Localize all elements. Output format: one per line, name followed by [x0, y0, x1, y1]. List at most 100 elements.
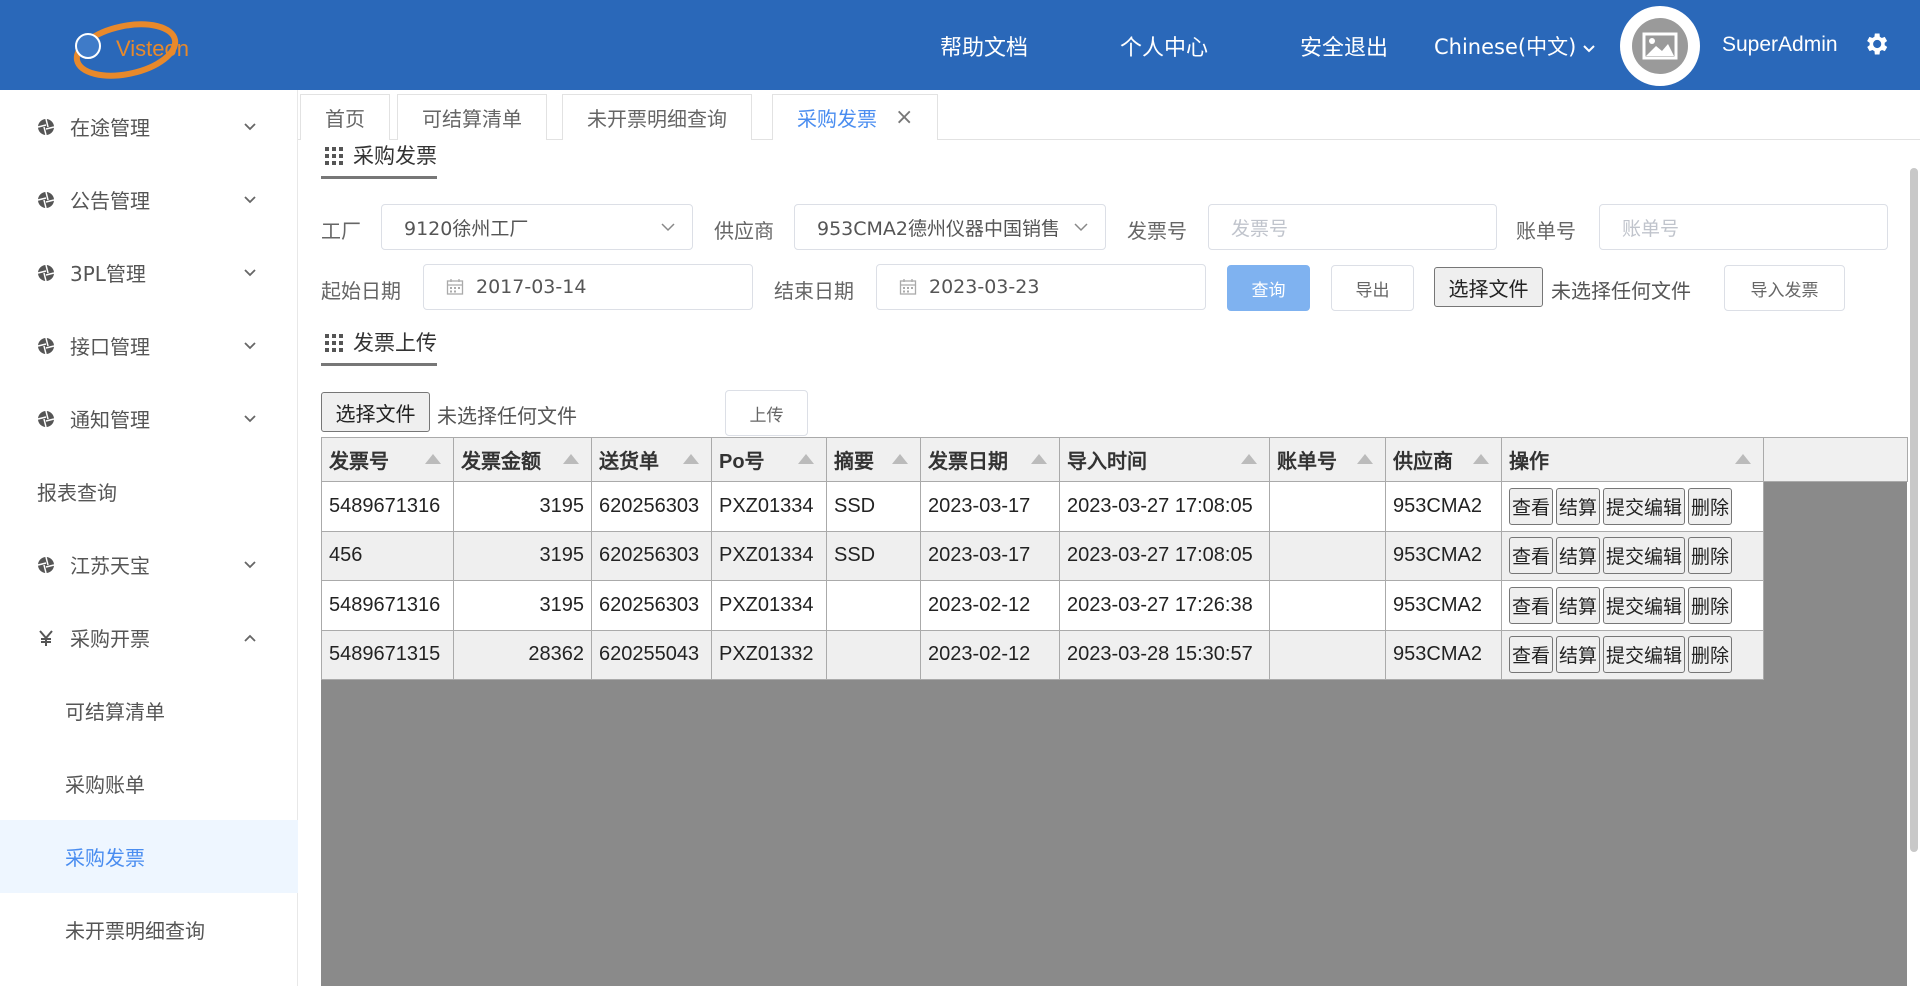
cell-delivery: 620256303: [591, 481, 712, 532]
delete-button[interactable]: 删除: [1688, 586, 1733, 624]
column-header-invoice-date[interactable]: 发票日期: [920, 437, 1060, 482]
chevron-down-icon: [244, 268, 256, 276]
sidebar-item-announcements[interactable]: 公告管理: [0, 163, 298, 236]
query-button[interactable]: 查询: [1227, 265, 1310, 311]
tab-uninvoiced-query[interactable]: 未开票明细查询: [562, 94, 752, 140]
upload-choose-file-button[interactable]: 选择文件: [321, 392, 430, 432]
column-header-summary[interactable]: 摘要: [826, 437, 921, 482]
view-button[interactable]: 查看: [1509, 636, 1554, 674]
factory-select[interactable]: 9120徐州工厂: [381, 204, 693, 250]
username[interactable]: SuperAdmin: [1722, 33, 1838, 57]
column-header-bill-no[interactable]: 账单号: [1269, 437, 1386, 482]
settle-button[interactable]: 结算: [1556, 586, 1601, 624]
sidebar-item-in-transit[interactable]: 在途管理: [0, 90, 298, 163]
column-header-import-time[interactable]: 导入时间: [1059, 437, 1270, 482]
column-header-actions[interactable]: 操作: [1501, 437, 1764, 482]
column-header-delivery[interactable]: 送货单: [591, 437, 712, 482]
view-button[interactable]: 查看: [1509, 537, 1554, 575]
sidebar-item-reports[interactable]: 报表查询: [0, 455, 298, 528]
sort-icon[interactable]: [683, 454, 699, 464]
chevron-down-icon: [244, 195, 256, 203]
settle-button[interactable]: 结算: [1556, 487, 1601, 525]
sort-icon[interactable]: [1031, 454, 1047, 464]
sort-icon[interactable]: [563, 454, 579, 464]
sidebar-item-notifications[interactable]: 通知管理: [0, 382, 298, 455]
language-selector[interactable]: Chinese(中文): [1434, 31, 1596, 61]
calendar-icon: [899, 279, 917, 295]
settle-button[interactable]: 结算: [1556, 636, 1601, 674]
cell-actions: 查看 结算 提交编辑 删除: [1501, 580, 1764, 631]
column-header-supplier[interactable]: 供应商: [1385, 437, 1502, 482]
yen-icon: [39, 629, 53, 646]
sort-icon[interactable]: [425, 454, 441, 464]
sort-icon[interactable]: [1357, 454, 1373, 464]
delete-button[interactable]: 删除: [1688, 487, 1733, 525]
bill-no-placeholder: 账单号: [1622, 217, 1680, 240]
submit-edit-button[interactable]: 提交编辑: [1603, 586, 1686, 624]
sidebar-item-interfaces[interactable]: 接口管理: [0, 309, 298, 382]
avatar[interactable]: [1620, 6, 1700, 86]
sidebar-subitem-uninvoiced-query[interactable]: 未开票明细查询: [0, 893, 298, 966]
sort-icon[interactable]: [892, 454, 908, 464]
aperture-icon: [37, 118, 55, 135]
sidebar-subitem-purchase-invoice[interactable]: 采购发票: [0, 820, 298, 893]
page-scrollbar[interactable]: [1910, 168, 1918, 852]
column-header-po[interactable]: Po号: [711, 437, 827, 482]
close-icon[interactable]: ×: [895, 105, 913, 130]
factory-label: 工厂: [321, 219, 361, 243]
submit-edit-button[interactable]: 提交编辑: [1603, 537, 1686, 575]
view-button[interactable]: 查看: [1509, 586, 1554, 624]
cell-amount: 3195: [453, 481, 592, 532]
sort-icon[interactable]: [1473, 454, 1489, 464]
end-date-input[interactable]: 2023-03-23: [876, 264, 1206, 310]
submit-edit-button[interactable]: 提交编辑: [1603, 636, 1686, 674]
tab-purchase-invoice[interactable]: 采购发票 ×: [772, 94, 939, 140]
cell-invoice-date: 2023-03-17: [920, 481, 1060, 532]
cell-summary: [826, 580, 921, 631]
cell-supplier: 953CMA2: [1385, 629, 1502, 680]
sidebar-subitem-label: 可结算清单: [65, 700, 165, 724]
view-button[interactable]: 查看: [1509, 487, 1554, 525]
help-docs-link[interactable]: 帮助文档: [940, 30, 1028, 62]
column-header-label: 账单号: [1277, 451, 1337, 473]
column-header-invoice-no[interactable]: 发票号: [321, 437, 454, 482]
delete-button[interactable]: 删除: [1688, 537, 1733, 575]
sidebar-item-purchase-invoicing[interactable]: 采购开票: [0, 601, 298, 674]
cell-invoice-no: 5489671316: [321, 580, 454, 631]
cell-bill-no: [1269, 580, 1386, 631]
table-row: 5489671316 3195 620256303 PXZ01334 SSD 2…: [321, 481, 1908, 532]
personal-center-link[interactable]: 个人中心: [1120, 30, 1208, 62]
logout-link[interactable]: 安全退出: [1300, 30, 1388, 62]
section-title-invoice-upload: 发票上传: [321, 327, 437, 366]
column-header-amount[interactable]: 发票金额: [453, 437, 592, 482]
sort-icon[interactable]: [1241, 454, 1257, 464]
tab-label: 首页: [325, 107, 365, 131]
upload-button[interactable]: 上传: [725, 390, 808, 436]
bill-no-input[interactable]: 账单号: [1599, 204, 1888, 250]
supplier-select[interactable]: 953CMA2德州仪器中国销售: [794, 204, 1106, 250]
cell-amount: 3195: [453, 530, 592, 581]
tab-bar: 首页 可结算清单 未开票明细查询 采购发票 ×: [298, 92, 1920, 140]
sidebar-subitem-purchase-bill[interactable]: 采购账单: [0, 747, 298, 820]
sort-icon[interactable]: [798, 454, 814, 464]
sidebar-subitem-settlement-list[interactable]: 可结算清单: [0, 674, 298, 747]
end-date-value: 2023-03-23: [929, 276, 1040, 298]
cell-actions: 查看 结算 提交编辑 删除: [1501, 481, 1764, 532]
start-date-input[interactable]: 2017-03-14: [423, 264, 753, 310]
sidebar-item-jiangsu-tianbao[interactable]: 江苏天宝: [0, 528, 298, 601]
tab-settlement-list[interactable]: 可结算清单: [397, 94, 547, 140]
tab-home[interactable]: 首页: [300, 94, 390, 140]
gear-icon[interactable]: [1862, 30, 1890, 58]
import-invoice-button[interactable]: 导入发票: [1724, 265, 1845, 311]
chevron-down-icon: [1074, 223, 1088, 232]
choose-file-button[interactable]: 选择文件: [1434, 267, 1543, 307]
submit-edit-button[interactable]: 提交编辑: [1603, 487, 1686, 525]
sort-icon[interactable]: [1735, 454, 1751, 464]
invoice-no-input[interactable]: 发票号: [1208, 204, 1497, 250]
delete-button[interactable]: 删除: [1688, 636, 1733, 674]
sidebar-item-3pl[interactable]: 3PL管理: [0, 236, 298, 309]
aperture-icon: [37, 337, 55, 354]
cell-delivery: 620256303: [591, 530, 712, 581]
settle-button[interactable]: 结算: [1556, 537, 1601, 575]
export-button[interactable]: 导出: [1331, 265, 1414, 311]
